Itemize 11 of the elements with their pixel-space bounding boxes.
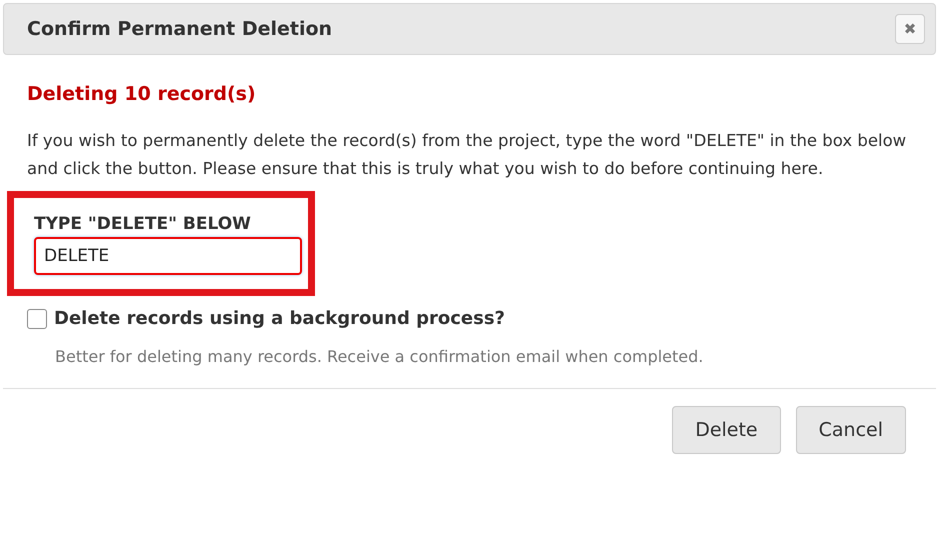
field-label: TYPE "DELETE" BELOW xyxy=(34,214,252,234)
checkbox-label[interactable]: Delete records using a background process? xyxy=(54,308,506,329)
input-field[interactable]: DELETE xyxy=(34,237,302,275)
delete-button[interactable]: Delete xyxy=(672,406,781,454)
hint-text: Better for deleting many records. Receive a confirmation email when completed. xyxy=(55,347,704,366)
checkbox[interactable] xyxy=(27,308,47,328)
cancel-button[interactable]: Cancel xyxy=(796,406,906,454)
warning-message: If you wish to permanently delete the record(s) from the project, type the word "DELETE" in the box below and click the button. Please ensure that this is truly what you wish to do before continuing here. xyxy=(27,130,907,180)
dialog-title: Confirm Permanent Deletion xyxy=(27,18,332,40)
close-button[interactable]: ✖ xyxy=(895,14,925,44)
deletion-heading: Deleting 10 record(s) xyxy=(27,83,257,105)
